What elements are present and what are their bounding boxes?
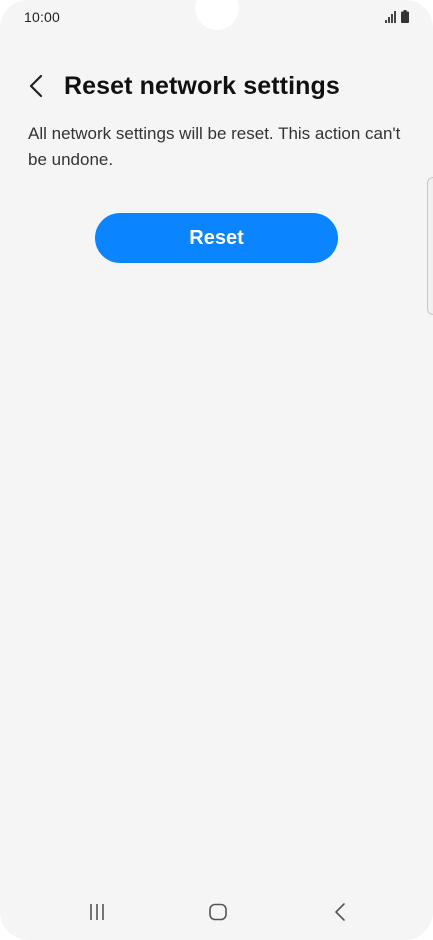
- phone-screen: 10:00 Reset network settings All network…: [0, 0, 433, 940]
- reset-button[interactable]: Reset: [95, 213, 338, 263]
- navigation-bar: [0, 884, 433, 940]
- chevron-left-icon: [29, 74, 43, 98]
- page-title: Reset network settings: [64, 72, 340, 100]
- description-text: All network settings will be reset. This…: [28, 124, 401, 169]
- battery-icon: [401, 10, 409, 23]
- home-button[interactable]: [198, 898, 238, 926]
- back-button[interactable]: [20, 70, 52, 102]
- status-time: 10:00: [24, 9, 61, 25]
- signal-icon: [385, 11, 396, 23]
- back-icon: [335, 903, 345, 921]
- header: Reset network settings: [0, 66, 433, 106]
- nav-back-button[interactable]: [320, 898, 360, 926]
- camera-notch: [194, 0, 239, 30]
- edge-panel-handle[interactable]: [427, 177, 433, 315]
- status-bar: 10:00: [0, 0, 433, 34]
- status-icons: [385, 9, 409, 23]
- recents-button[interactable]: [77, 898, 117, 926]
- home-icon: [209, 903, 227, 921]
- recents-icon: [90, 904, 104, 920]
